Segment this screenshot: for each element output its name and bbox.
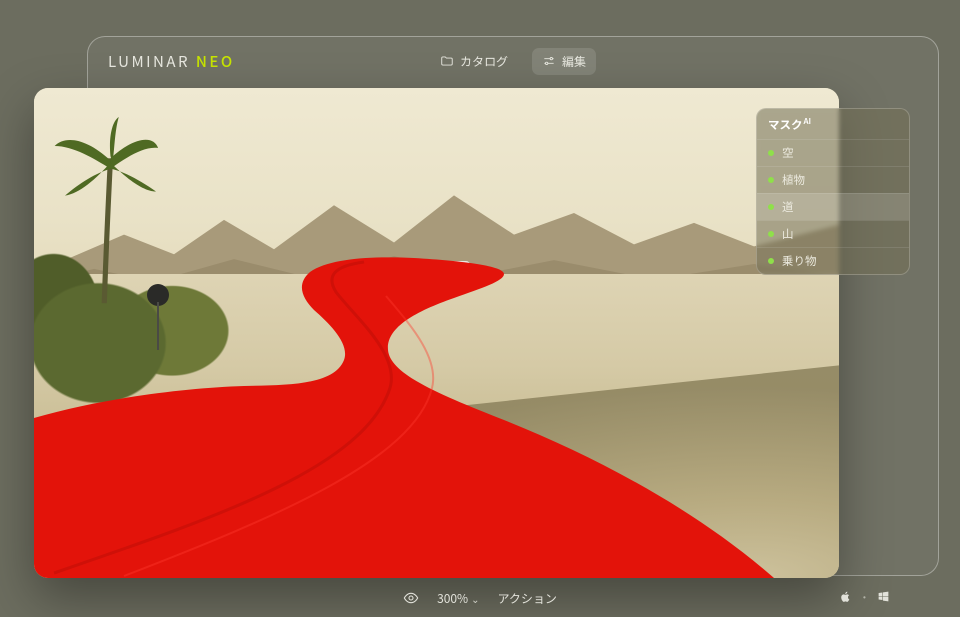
top-bar: LUMINAR NEO カタログ 編集	[88, 37, 938, 85]
brand-logo: LUMINAR NEO	[108, 51, 235, 72]
action-menu[interactable]: アクション	[498, 590, 557, 607]
edit-tab[interactable]: 編集	[532, 48, 596, 75]
windows-icon	[877, 584, 890, 608]
mask-item-vehicle[interactable]: 乗り物	[757, 247, 909, 274]
mask-item-vegetation[interactable]: 植物	[757, 166, 909, 193]
status-dot-icon	[768, 231, 774, 237]
scene-car	[436, 261, 470, 285]
status-dot-icon	[768, 150, 774, 156]
mask-item-sky[interactable]: 空	[757, 139, 909, 166]
separator: ·	[860, 584, 869, 608]
brand-word1: LUMINAR	[108, 51, 190, 72]
mask-ai-panel: マスクAI 空 植物 道 山 乗り物	[756, 108, 910, 275]
mode-switch: カタログ 編集	[430, 48, 596, 75]
scene-road-sign	[143, 280, 173, 352]
platform-indicator: ·	[839, 584, 890, 608]
eye-icon[interactable]	[403, 590, 419, 606]
apple-icon	[839, 584, 852, 608]
mask-ai-title: マスクAI	[757, 109, 909, 139]
zoom-dropdown[interactable]: 300% ⌄	[437, 590, 479, 607]
brand-word2: NEO	[196, 51, 235, 72]
zoom-value: 300%	[437, 590, 468, 607]
mask-item-road[interactable]: 道	[757, 193, 909, 220]
mask-item-label: 植物	[782, 172, 805, 188]
status-dot-icon	[768, 258, 774, 264]
bottom-bar: 300% ⌄ アクション	[0, 585, 960, 611]
catalog-tab[interactable]: カタログ	[430, 48, 518, 75]
mask-item-label: 乗り物	[782, 253, 817, 269]
edit-tab-label: 編集	[562, 53, 586, 70]
status-dot-icon	[768, 177, 774, 183]
chevron-down-icon: ⌄	[471, 591, 479, 606]
status-dot-icon	[768, 204, 774, 210]
sliders-icon	[542, 54, 556, 68]
image-canvas[interactable]	[34, 88, 839, 578]
scene-palm	[50, 117, 163, 303]
catalog-tab-label: カタログ	[460, 53, 508, 70]
mask-item-label: 道	[782, 199, 794, 215]
mask-item-label: 山	[782, 226, 794, 242]
mask-item-label: 空	[782, 145, 794, 161]
folder-icon	[440, 54, 454, 68]
mask-item-mountain[interactable]: 山	[757, 220, 909, 247]
